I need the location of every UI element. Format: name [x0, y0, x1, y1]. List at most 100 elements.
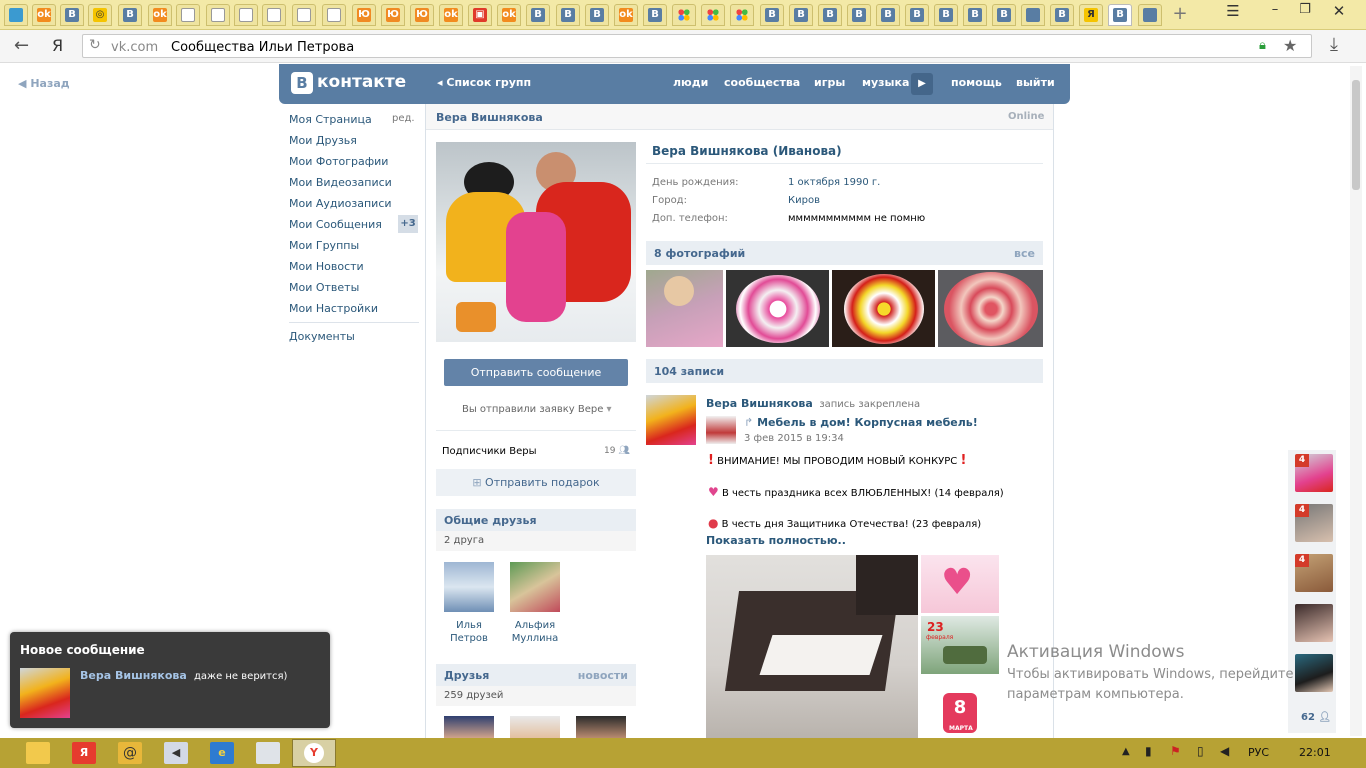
menu-answers[interactable]: Мои Ответы — [289, 281, 359, 294]
profile-avatar[interactable] — [436, 142, 636, 342]
friend-avatar[interactable] — [510, 716, 560, 738]
tab-vk[interactable]: B — [818, 4, 842, 26]
tab-vk[interactable]: B — [789, 4, 813, 26]
chat-avatar[interactable] — [1295, 604, 1333, 642]
back-link[interactable]: ◀ Назад — [18, 77, 70, 90]
volume-icon[interactable]: ◀︎ — [1220, 744, 1229, 758]
tab-vk[interactable]: B — [992, 4, 1016, 26]
media-player-icon[interactable]: ◀︎ — [164, 742, 188, 764]
tab-page[interactable] — [322, 4, 346, 26]
tab-vk[interactable]: B — [847, 4, 871, 26]
tray-up-icon[interactable]: ▲ — [1122, 746, 1130, 757]
menu-messages[interactable]: Мои Сообщения — [289, 218, 382, 231]
star-icon[interactable]: ★ — [1283, 36, 1297, 55]
repost-title[interactable]: ↱ Мебель в дом! Корпусная мебель! — [744, 416, 978, 429]
url-field[interactable]: ↻ vk.com Сообщества Ильи Петрова 🔒︎ ★ — [82, 34, 1312, 58]
vk-logo-text[interactable]: контакте — [317, 72, 406, 92]
tab-vk[interactable]: B — [963, 4, 987, 26]
minimize-icon[interactable]: – — [1260, 2, 1290, 20]
menu-groups[interactable]: Мои Группы — [289, 239, 359, 252]
nav-music[interactable]: музыка — [862, 76, 909, 89]
photo-thumb[interactable] — [832, 270, 935, 347]
tab-page[interactable] — [206, 4, 230, 26]
tab-market[interactable]: Ю — [410, 4, 434, 26]
chat-avatar[interactable]: 4 — [1295, 554, 1333, 592]
tab-page[interactable] — [176, 4, 200, 26]
tab-vk[interactable]: B — [585, 4, 609, 26]
notification-sender[interactable]: Вера Вишнякова — [80, 669, 187, 682]
mail-agent-icon[interactable]: @ — [118, 742, 142, 764]
close-icon[interactable]: ✕ — [1324, 2, 1354, 20]
post-image-furniture[interactable] — [706, 555, 918, 738]
maximize-icon[interactable]: ❐ — [1290, 2, 1320, 20]
tab-vk[interactable] — [1021, 4, 1045, 26]
tab-vk[interactable]: B — [556, 4, 580, 26]
nav-logout[interactable]: выйти — [1016, 76, 1055, 89]
friend-avatar[interactable] — [510, 562, 560, 612]
friend-avatar[interactable] — [444, 716, 494, 738]
birthday-value[interactable]: 1 октября 1990 г. — [788, 177, 880, 188]
tab-vk[interactable]: B — [60, 4, 84, 26]
tab-vk[interactable]: B — [876, 4, 900, 26]
chat-online-count[interactable]: 62 👤︎ — [1301, 712, 1331, 723]
photos-all-link[interactable]: все — [1014, 247, 1035, 260]
ie-icon[interactable]: e — [210, 742, 234, 764]
city-value[interactable]: Киров — [788, 195, 820, 206]
tab-vk[interactable]: B — [905, 4, 929, 26]
send-message-button[interactable]: Отправить сообщение — [444, 359, 628, 386]
chat-avatar[interactable]: 4 — [1295, 504, 1333, 542]
clock[interactable]: 22:01 — [1299, 746, 1331, 759]
tab-ok[interactable]: ok — [148, 4, 172, 26]
show-more-link[interactable]: Показать полностью.. — [706, 534, 846, 547]
tab-vk-active[interactable]: B — [1108, 4, 1132, 26]
tab-vk[interactable]: B — [1050, 4, 1074, 26]
photo-thumb[interactable] — [726, 270, 829, 347]
tab-dots[interactable] — [701, 4, 725, 26]
back-arrow-icon[interactable]: ← — [14, 35, 29, 56]
menu-audio[interactable]: Мои Аудиозаписи — [289, 197, 392, 210]
tab-ok[interactable]: ok — [439, 4, 463, 26]
explorer-icon[interactable] — [26, 742, 50, 764]
post-image-valentine[interactable]: ♥ — [921, 555, 999, 613]
nav-games[interactable]: игры — [814, 76, 845, 89]
friend-avatar[interactable] — [444, 562, 494, 612]
scrollbar-thumb[interactable] — [1352, 80, 1360, 190]
yandex-browser-icon[interactable]: Я — [72, 742, 96, 764]
battery-icon[interactable]: ▯ — [1197, 744, 1204, 758]
friend-name[interactable]: Илья Петров — [436, 619, 502, 645]
post-image-march8[interactable]: 8 МАРТА — [921, 677, 999, 738]
friends-header[interactable]: Друзья новости — [436, 664, 636, 686]
friend-name[interactable]: Альфия Муллина — [502, 619, 568, 645]
post-date[interactable]: 3 фев 2015 в 19:34 — [744, 433, 844, 444]
language-indicator[interactable]: РУС — [1248, 746, 1269, 759]
tab-vk[interactable]: B — [934, 4, 958, 26]
edit-link[interactable]: ред. — [392, 113, 415, 124]
menu-friends[interactable]: Мои Друзья — [289, 134, 357, 147]
message-notification[interactable]: Новое сообщение Вера Вишнякова даже не в… — [10, 632, 330, 728]
tab-cart[interactable]: ▣ — [468, 4, 492, 26]
tab-favicon-app[interactable] — [4, 4, 28, 26]
wall-header[interactable]: 104 записи — [646, 359, 1043, 383]
post-author-avatar[interactable] — [646, 395, 696, 445]
yandex-icon[interactable]: Я — [52, 36, 63, 55]
tab-market[interactable]: Ю — [381, 4, 405, 26]
post-image-defender[interactable]: 23 февраля — [921, 616, 999, 674]
common-friends-header[interactable]: Общие друзья — [436, 509, 636, 531]
new-tab-button[interactable]: + — [1170, 4, 1190, 26]
tab-page[interactable] — [234, 4, 258, 26]
network-off-icon[interactable]: ⚑ — [1170, 744, 1181, 758]
hamburger-icon[interactable]: ☰ — [1218, 2, 1248, 20]
tab-dots[interactable] — [672, 4, 696, 26]
tab-ok[interactable]: ok — [614, 4, 638, 26]
menu-documents[interactable]: Документы — [289, 330, 355, 343]
nav-communities[interactable]: сообщества — [724, 76, 800, 89]
photos-header[interactable]: 8 фотографий все — [646, 241, 1043, 265]
tab-vk[interactable]: B — [643, 4, 667, 26]
post-author[interactable]: Вера Вишнякова — [706, 397, 813, 410]
tab-vk[interactable]: B — [118, 4, 142, 26]
followers-link[interactable]: Подписчики Веры — [442, 446, 536, 457]
friend-avatar[interactable] — [576, 716, 626, 738]
reload-icon[interactable]: ↻ — [89, 37, 101, 53]
nav-people[interactable]: люди — [673, 76, 708, 89]
scrollbar-track[interactable] — [1350, 66, 1362, 736]
